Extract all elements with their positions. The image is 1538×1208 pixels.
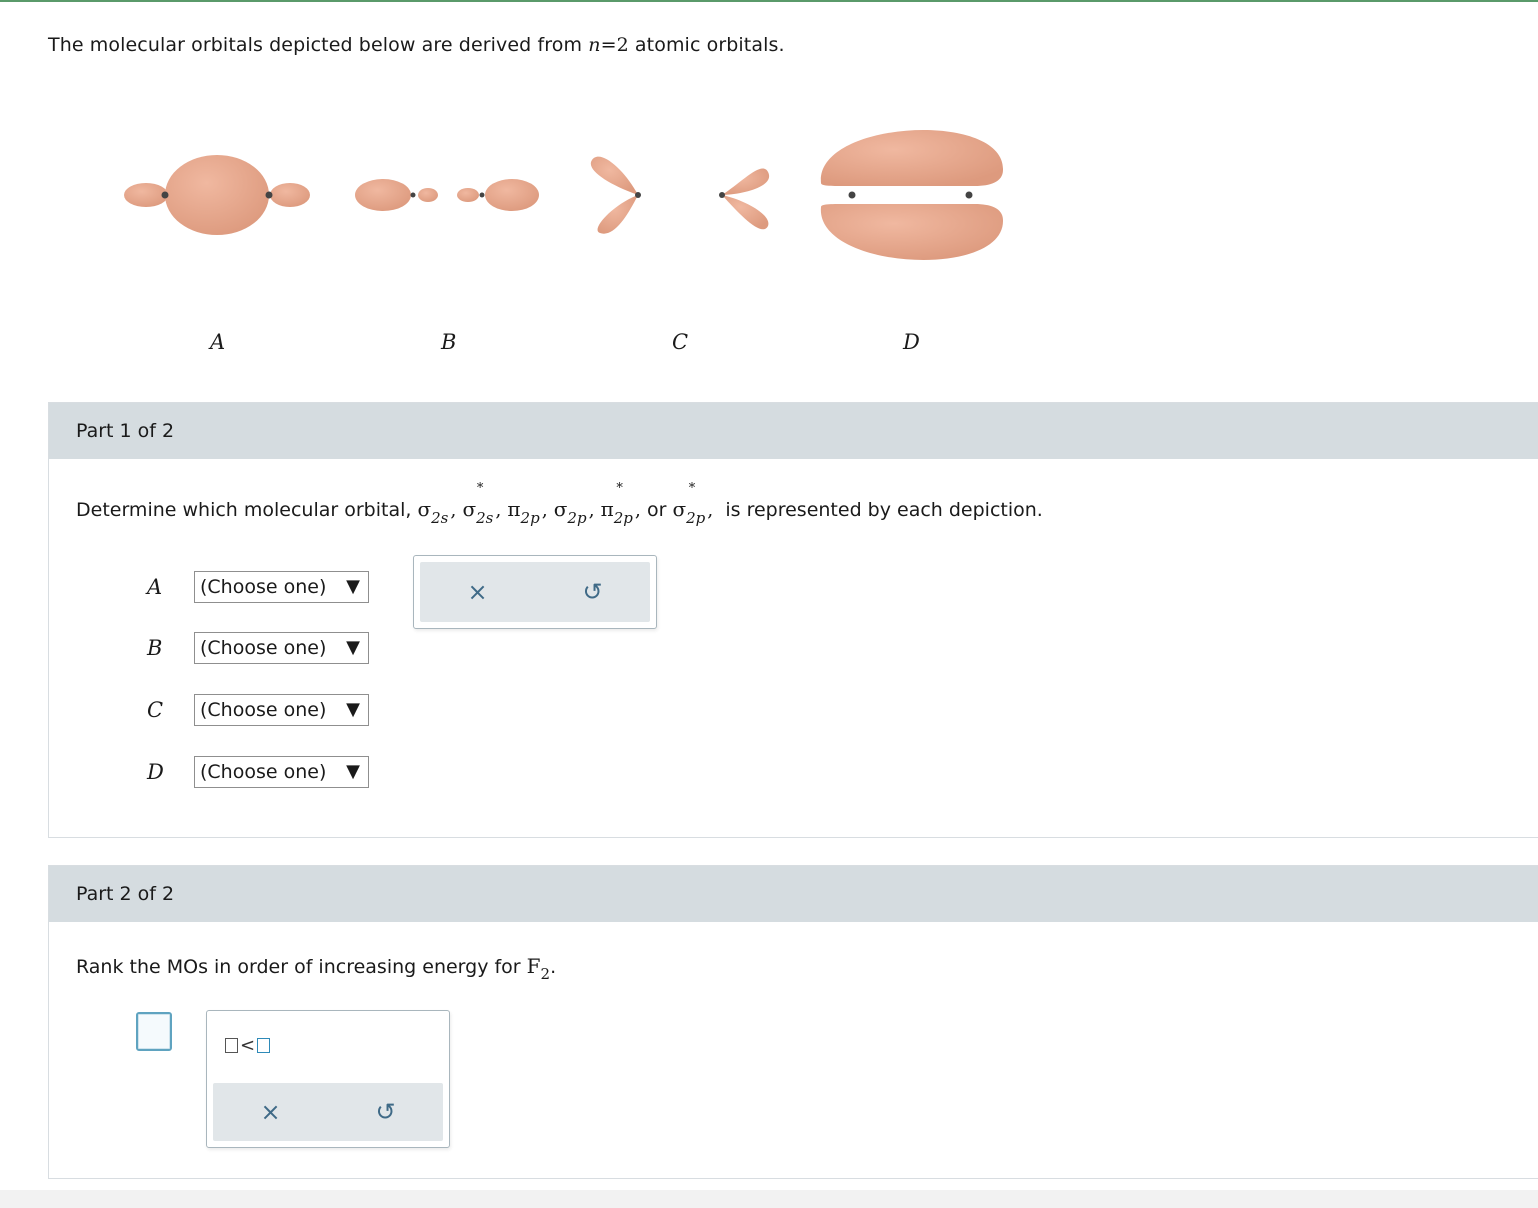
- part-1-question: Determine which molecular orbital, σ2s, σ…: [76, 481, 1043, 527]
- intro-text: The molecular orbitals depicted below ar…: [48, 34, 785, 56]
- chevron-down-icon: ▼: [346, 761, 360, 782]
- part-2-question: Rank the MOs in order of increasing ener…: [76, 954, 557, 983]
- dropdown-b[interactable]: (Choose one) ▼: [194, 632, 369, 664]
- mo-sigma-2p: σ2p: [553, 497, 587, 527]
- part-2-toolbar: × ↺: [213, 1083, 443, 1141]
- row-label-a: A: [147, 575, 163, 599]
- chevron-down-icon: ▼: [346, 699, 360, 720]
- part-1-toolbox: × ↺: [413, 555, 657, 629]
- bottom-bar: [0, 1190, 1538, 1208]
- less-than-template-button[interactable]: <: [225, 1035, 271, 1056]
- dropdown-d[interactable]: (Choose one) ▼: [194, 756, 369, 788]
- placeholder-box-icon: [225, 1038, 238, 1053]
- part-2-header: Part 2 of 2: [49, 866, 1538, 922]
- clear-icon[interactable]: ×: [458, 578, 498, 606]
- orbital-label-b: B: [441, 330, 457, 354]
- dropdown-a[interactable]: (Choose one) ▼: [194, 571, 369, 603]
- placeholder-box-icon: [257, 1038, 271, 1053]
- orbital-d-image: [820, 129, 1004, 261]
- clear-icon[interactable]: ×: [251, 1098, 291, 1126]
- orbital-b-image: [355, 179, 539, 211]
- part-2-panel: Part 2 of 2 Rank the MOs in order of inc…: [48, 865, 1538, 1179]
- mo-sigma-2s: σ2s: [417, 497, 449, 527]
- part-2-toolbox: < × ↺: [206, 1010, 450, 1148]
- undo-icon[interactable]: ↺: [573, 578, 613, 606]
- mo-pi-2p: π2p: [507, 497, 540, 527]
- orbital-label-d: D: [903, 330, 920, 354]
- mo-sigma-star-2p: σ * 2p: [672, 481, 706, 527]
- chevron-down-icon: ▼: [346, 637, 360, 658]
- row-label-b: B: [147, 636, 163, 660]
- top-accent-line: [0, 0, 1538, 2]
- row-label-c: C: [147, 698, 164, 722]
- mo-pi-star-2p: π * 2p: [600, 481, 633, 527]
- mo-sigma-star-2s: σ * 2s: [462, 481, 494, 527]
- orbital-label-a: A: [210, 330, 226, 354]
- undo-icon[interactable]: ↺: [366, 1098, 406, 1126]
- part-1-header: Part 1 of 2: [49, 403, 1538, 459]
- row-label-d: D: [147, 760, 164, 784]
- answer-input[interactable]: [136, 1012, 172, 1051]
- part-1-toolbar: × ↺: [420, 562, 650, 622]
- orbital-depictions: [124, 129, 1004, 261]
- chevron-down-icon: ▼: [346, 576, 360, 597]
- part-1-panel: Part 1 of 2 Determine which molecular or…: [48, 402, 1538, 838]
- orbital-c-image: [590, 156, 770, 234]
- dropdown-c[interactable]: (Choose one) ▼: [194, 694, 369, 726]
- orbital-label-c: C: [672, 330, 689, 354]
- orbital-a-image: [124, 155, 310, 235]
